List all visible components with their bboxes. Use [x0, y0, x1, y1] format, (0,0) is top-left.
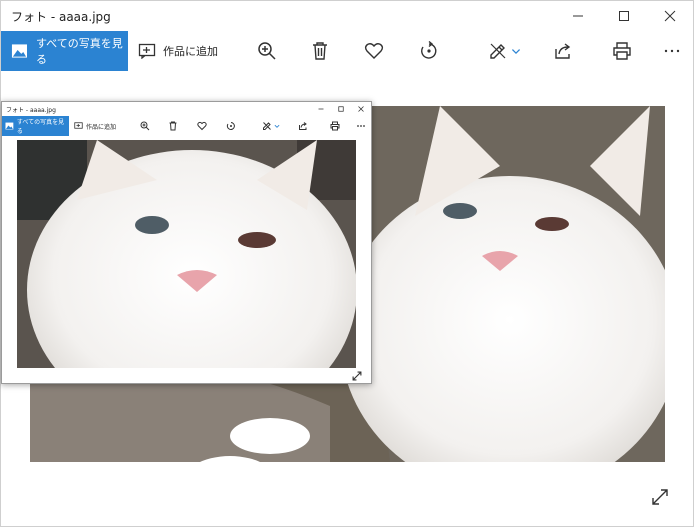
add-to-creation-icon [74, 122, 83, 129]
nested-fullscreen-button[interactable] [352, 366, 362, 381]
more-icon [356, 124, 365, 127]
edit-create-icon [262, 121, 271, 130]
nested-share-button[interactable] [297, 120, 308, 131]
print-button[interactable] [611, 40, 633, 62]
nested-toolbar: すべての写真を見る 作品に追加 [2, 116, 371, 136]
edit-create-icon [490, 43, 506, 59]
zoom-button[interactable] [256, 40, 278, 62]
close-icon [664, 10, 676, 22]
more-icon [664, 49, 680, 53]
rotate-button[interactable] [418, 40, 440, 62]
edit-dropdown[interactable] [509, 40, 523, 62]
minimize-icon [318, 108, 324, 110]
expand-icon [352, 371, 362, 381]
nested-more-button[interactable] [355, 120, 366, 131]
delete-icon [169, 121, 176, 130]
minimize-button[interactable] [555, 1, 601, 31]
heart-icon [364, 43, 384, 59]
share-icon [298, 121, 307, 130]
share-button[interactable] [552, 40, 574, 62]
nested-print-button[interactable] [329, 120, 340, 131]
maximize-button[interactable] [601, 1, 647, 31]
print-icon [613, 42, 631, 60]
nested-close-button[interactable] [351, 102, 371, 116]
all-photos-label: すべての写真を見る [35, 37, 123, 66]
chevron-down-icon [274, 124, 280, 128]
nested-photo-view[interactable] [17, 140, 356, 368]
image-icon [11, 44, 27, 58]
maximize-icon [338, 106, 344, 112]
minimize-icon [573, 15, 583, 17]
nested-all-photos-button[interactable]: すべての写真を見る [2, 116, 69, 136]
nested-window-title: フォト - aaaa.jpg [6, 106, 56, 114]
more-button[interactable] [661, 40, 683, 62]
edit-create-button[interactable] [487, 40, 509, 62]
heart-icon [196, 121, 207, 130]
nested-all-photos-label: すべての写真を見る [16, 119, 65, 135]
print-icon [330, 121, 339, 130]
chevron-down-icon [511, 49, 521, 55]
nested-cat-photo [17, 140, 356, 368]
delete-button[interactable] [309, 40, 331, 62]
zoom-in-icon [140, 121, 149, 130]
nested-edit-create-button[interactable] [261, 120, 272, 131]
nested-edit-dropdown[interactable] [273, 120, 281, 131]
toolbar: すべての写真を見る 作品に追加 [1, 31, 693, 71]
rotate-icon [226, 121, 235, 130]
nested-add-to-label: 作品に追加 [86, 123, 117, 131]
add-to-button[interactable]: 作品に追加 [138, 43, 218, 59]
nested-rotate-button[interactable] [225, 120, 236, 131]
nested-photos-window: フォト - aaaa.jpg すべての写真を見る 作品に追加 [1, 101, 372, 384]
nested-title-bar: フォト - aaaa.jpg [2, 102, 371, 116]
rotate-icon [421, 41, 437, 59]
nested-minimize-button[interactable] [311, 102, 331, 116]
maximize-icon [619, 11, 629, 21]
delete-icon [313, 42, 327, 60]
expand-icon [652, 489, 668, 505]
zoom-in-icon [258, 42, 276, 60]
share-icon [555, 43, 571, 59]
favorite-button[interactable] [363, 40, 385, 62]
nested-zoom-button[interactable] [139, 120, 150, 131]
all-photos-button[interactable]: すべての写真を見る [1, 31, 128, 71]
close-icon [358, 106, 364, 112]
fullscreen-button[interactable] [651, 488, 669, 506]
window-title: フォト - aaaa.jpg [11, 9, 111, 24]
nested-favorite-button[interactable] [196, 120, 207, 131]
nested-maximize-button[interactable] [331, 102, 351, 116]
nested-delete-button[interactable] [167, 120, 178, 131]
image-icon [5, 122, 14, 130]
add-to-creation-icon [138, 43, 156, 59]
title-bar: フォト - aaaa.jpg [1, 1, 693, 31]
close-button[interactable] [647, 1, 693, 31]
add-to-label: 作品に追加 [163, 45, 218, 58]
nested-add-to-button[interactable]: 作品に追加 [74, 122, 116, 131]
